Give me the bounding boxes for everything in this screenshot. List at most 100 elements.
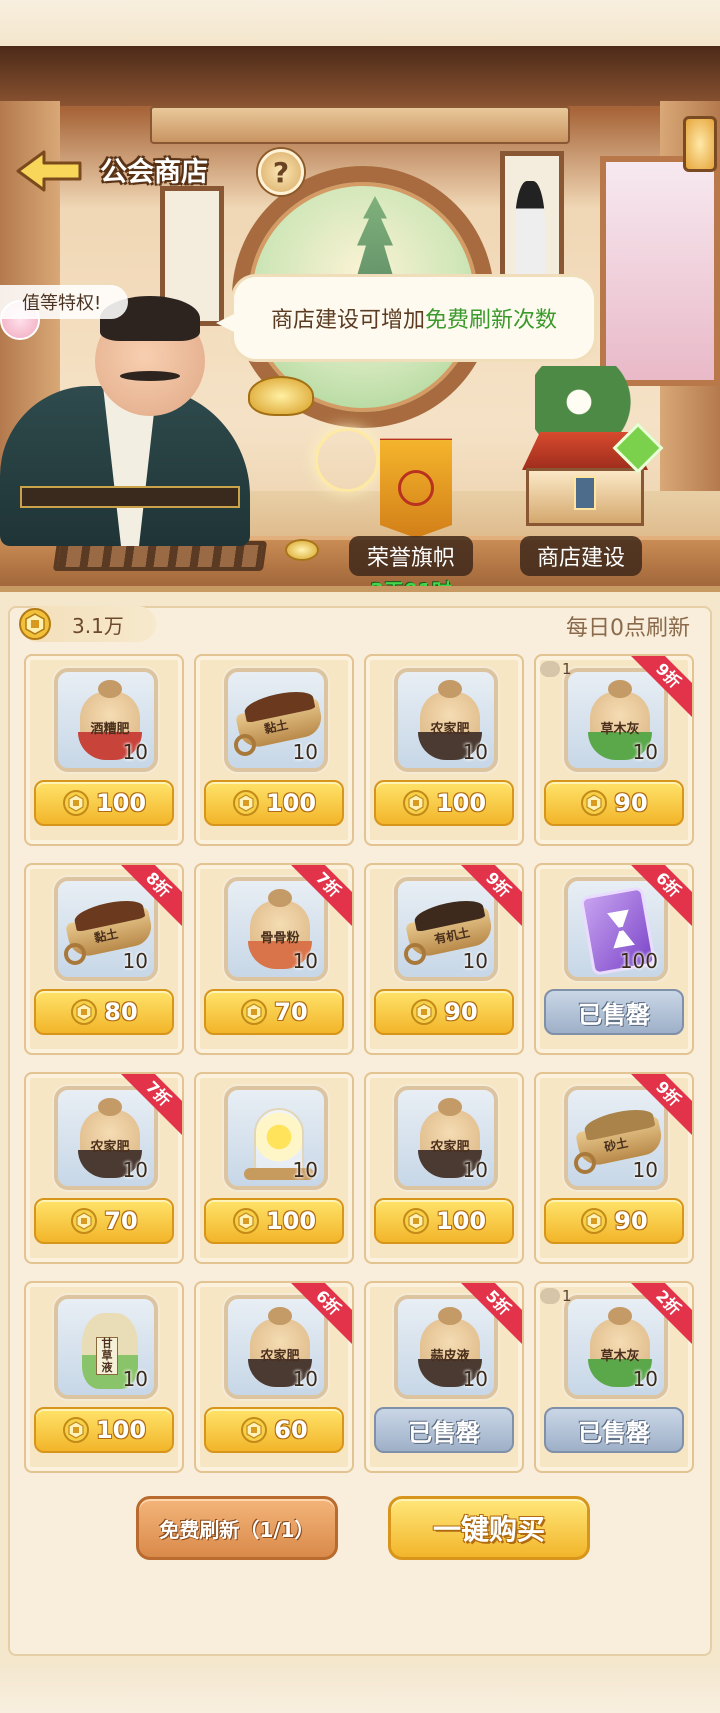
dragon-emblem-icon — [398, 470, 434, 506]
item-icon-frame: 骨骨粉 10 — [224, 877, 328, 981]
sack-knot — [268, 889, 292, 907]
shop-item-card[interactable]: 砂土 10 90 9折 — [534, 1072, 694, 1264]
guild-coin-icon — [19, 608, 51, 640]
item-quantity: 10 — [632, 740, 658, 764]
item-quantity: 10 — [462, 949, 488, 973]
pavilion-door — [574, 476, 596, 510]
shop-item-card[interactable]: 蒜皮液 10 已售罄 5折 — [364, 1281, 524, 1473]
shop-item-card[interactable]: 有机土 10 90 9折 — [364, 863, 524, 1055]
item-name: 农家肥 — [90, 1140, 130, 1155]
guild-coin-icon — [402, 1208, 429, 1234]
shop-build-label: 商店建设 — [536, 546, 625, 571]
buy-price-button[interactable]: 100 — [374, 1198, 514, 1244]
shop-item-card[interactable]: 100 已售罄 6折 — [534, 863, 694, 1055]
item-price: 100 — [435, 1207, 487, 1235]
limit-icon — [540, 661, 560, 677]
item-icon-frame: 农家肥 10 — [54, 1086, 158, 1190]
buy-price-button[interactable]: 90 — [374, 989, 514, 1035]
item-price: 80 — [104, 998, 138, 1026]
buy-price-button[interactable]: 100 — [34, 780, 174, 826]
bubble-text: 商店建设可增加 — [270, 308, 425, 333]
item-icon-frame: 100 — [564, 877, 668, 981]
guild-coin-icon — [241, 999, 268, 1025]
guild-coin-icon — [71, 999, 98, 1025]
sack-knot — [268, 1307, 292, 1325]
privilege-banner[interactable]: 值等特权! — [0, 285, 128, 319]
guild-coin-icon — [241, 1417, 268, 1443]
shop-item-card[interactable]: 农家肥 10 100 — [364, 654, 524, 846]
buy-all-label: 一键购买 — [432, 1513, 545, 1546]
shop-build-button[interactable]: 商店建设 — [520, 536, 642, 576]
shop-item-card[interactable]: 10 100 — [194, 1072, 354, 1264]
sack-knot — [438, 1307, 462, 1325]
buy-price-button[interactable]: 90 — [544, 780, 684, 826]
item-quantity: 10 — [122, 740, 148, 764]
shop-item-card[interactable]: 农家肥 10 70 7折 — [24, 1072, 184, 1264]
shop-item-card[interactable]: 酒糟肥 10 100 — [24, 654, 184, 846]
shop-item-card[interactable]: 甘草液 10 100 — [24, 1281, 184, 1473]
honor-flag-button[interactable]: 荣誉旗帜 — [349, 536, 473, 576]
item-name: 酒糟肥 — [90, 722, 130, 737]
buy-price-button[interactable]: 60 — [204, 1407, 344, 1453]
item-quantity: 10 — [122, 1367, 148, 1391]
guild-coin-icon — [581, 1208, 608, 1234]
shop-item-card[interactable]: 草木灰 10 90 9折 1 — [534, 654, 694, 846]
item-name: 草木灰 — [600, 722, 640, 737]
item-quantity: 10 — [122, 949, 148, 973]
item-icon-frame: 砂土 10 — [564, 1086, 668, 1190]
shop-item-card[interactable]: 农家肥 10 60 6折 — [194, 1281, 354, 1473]
daily-refresh-note: 每日0点刷新 — [566, 616, 690, 641]
shop-item-card[interactable]: 黏土 10 80 8折 — [24, 863, 184, 1055]
item-price: 60 — [274, 1416, 308, 1444]
merchant-belt — [20, 486, 240, 508]
item-name: 骨骨粉 — [260, 931, 300, 946]
help-button[interactable]: ? — [258, 149, 304, 195]
buy-price-button[interactable]: 80 — [34, 989, 174, 1035]
buy-price-button[interactable]: 70 — [34, 1198, 174, 1244]
item-name: 农家肥 — [430, 1140, 470, 1155]
lantern — [683, 116, 717, 172]
gold-ingot — [248, 376, 314, 416]
shop-item-card[interactable]: 草木灰 10 已售罄 2折 1 — [534, 1281, 694, 1473]
buy-price-button[interactable]: 90 — [544, 1198, 684, 1244]
item-quantity: 10 — [462, 1158, 488, 1182]
currency-value: 3.1万 — [72, 613, 124, 638]
privilege-banner-text: 值等特权! — [22, 293, 102, 314]
item-quantity: 10 — [122, 1158, 148, 1182]
buy-price-button[interactable]: 100 — [34, 1407, 174, 1453]
shop-item-card[interactable]: 黏土 10 100 — [194, 654, 354, 846]
sack-knot — [98, 680, 122, 698]
guild-coin-icon — [62, 790, 89, 816]
cart-wheel — [64, 943, 86, 965]
buy-price-button[interactable]: 70 — [204, 989, 344, 1035]
item-price: 100 — [95, 1416, 147, 1444]
sold-out-button: 已售罄 — [544, 989, 684, 1035]
buy-price-button[interactable]: 100 — [204, 1198, 344, 1244]
item-price: 100 — [95, 789, 147, 817]
item-icon-frame: 酒糟肥 10 — [54, 668, 158, 772]
sparkle-ring — [315, 428, 379, 492]
item-icon-frame: 草木灰 10 — [564, 668, 668, 772]
back-button[interactable] — [14, 148, 84, 194]
free-refresh-button[interactable]: 免费刷新（1/1） — [136, 1496, 338, 1560]
shop-item-card[interactable]: 骨骨粉 10 70 7折 — [194, 863, 354, 1055]
item-quantity: 10 — [292, 1158, 318, 1182]
cart-wheel — [404, 943, 426, 965]
ceiling — [0, 46, 720, 106]
blossom-window — [600, 156, 720, 386]
item-icon-frame: 蒜皮液 10 — [394, 1295, 498, 1399]
page-title: 公会商店 — [100, 157, 208, 188]
item-price: 100 — [265, 789, 317, 817]
back-arrow-icon — [16, 150, 82, 192]
item-price: 90 — [614, 789, 648, 817]
item-quantity: 10 — [632, 1367, 658, 1391]
shop-item-card[interactable]: 农家肥 10 100 — [364, 1072, 524, 1264]
item-quantity: 100 — [619, 949, 658, 973]
guild-coin-icon — [62, 1417, 89, 1443]
buy-price-button[interactable]: 100 — [204, 780, 344, 826]
item-quantity: 10 — [292, 1367, 318, 1391]
item-name: 农家肥 — [430, 722, 470, 737]
sold-out-button: 已售罄 — [544, 1407, 684, 1453]
buy-all-button[interactable]: 一键购买 — [388, 1496, 590, 1560]
buy-price-button[interactable]: 100 — [374, 780, 514, 826]
